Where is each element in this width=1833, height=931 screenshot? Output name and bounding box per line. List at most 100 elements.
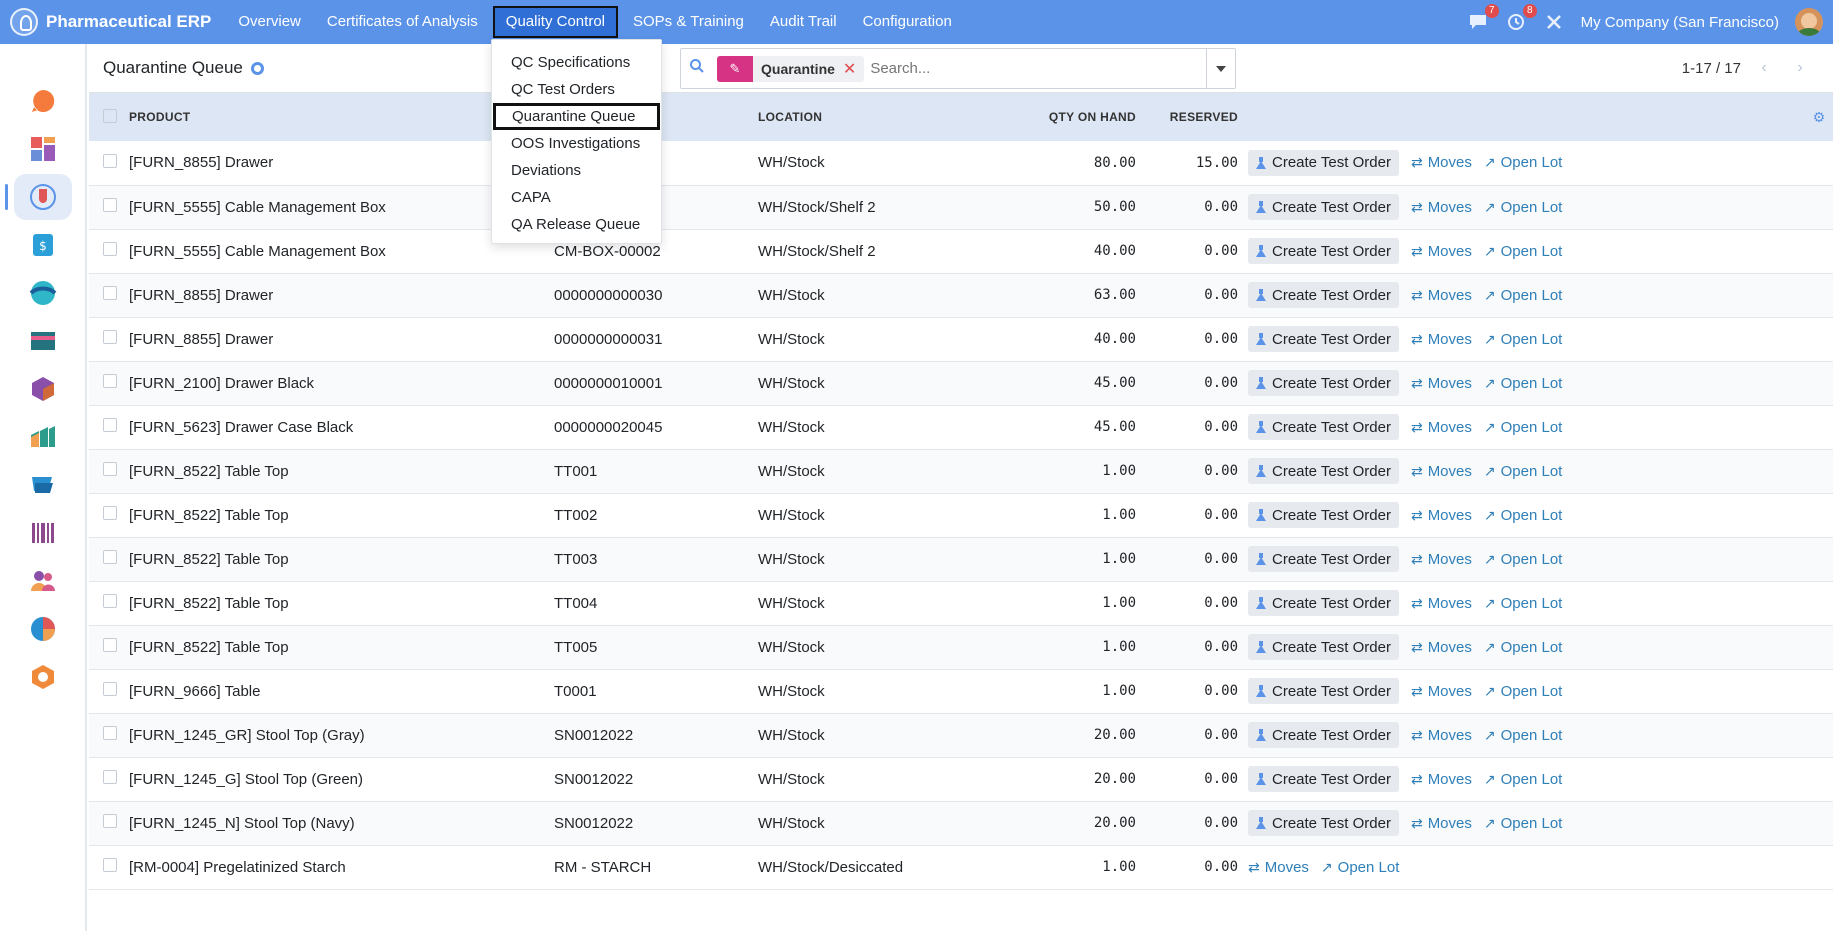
menu-item-qa-release-queue[interactable]: QA Release Queue [492, 211, 661, 238]
menu-item-capa[interactable]: CAPA [492, 184, 661, 211]
table-row[interactable]: [FURN_8855] Drawer WH/Stock 80.00 15.00 … [89, 141, 1833, 185]
sidebar-app-5[interactable] [14, 318, 72, 364]
open-lot-link[interactable]: ↗ Open Lot [1484, 507, 1562, 524]
pager-previous-icon[interactable]: ‹ [1751, 56, 1777, 80]
table-row[interactable]: [FURN_8855] Drawer 0000000000030 WH/Stoc… [89, 273, 1833, 317]
column-location[interactable]: Location [758, 93, 1008, 141]
table-row[interactable]: [FURN_5555] Cable Management Box WH/Stoc… [89, 185, 1833, 229]
create-test-order-button[interactable]: Create Test Order [1248, 722, 1399, 748]
table-row[interactable]: [FURN_8522] Table Top TT005 WH/Stock 1.0… [89, 625, 1833, 669]
moves-link[interactable]: ⇄ Moves [1411, 287, 1472, 304]
moves-link[interactable]: ⇄ Moves [1411, 463, 1472, 480]
moves-link[interactable]: ⇄ Moves [1411, 154, 1472, 171]
row-checkbox[interactable] [103, 594, 117, 608]
moves-link[interactable]: ⇄ Moves [1411, 419, 1472, 436]
moves-link[interactable]: ⇄ Moves [1411, 639, 1472, 656]
row-checkbox[interactable] [103, 506, 117, 520]
open-lot-link[interactable]: ↗ Open Lot [1484, 463, 1562, 480]
menu-item-deviations[interactable]: Deviations [492, 157, 661, 184]
remove-facet-icon[interactable]: ✕ [843, 59, 864, 79]
tools-icon[interactable] [1543, 11, 1565, 33]
create-test-order-button[interactable]: Create Test Order [1248, 414, 1399, 440]
sidebar-app-4[interactable] [14, 270, 72, 316]
sidebar-app-8[interactable] [14, 462, 72, 508]
optional-columns-icon[interactable]: ⚙ [1805, 93, 1833, 141]
moves-link[interactable]: ⇄ Moves [1411, 727, 1472, 744]
table-row[interactable]: [FURN_8855] Drawer 0000000000031 WH/Stoc… [89, 317, 1833, 361]
row-checkbox[interactable] [103, 550, 117, 564]
menu-item-qc-specifications[interactable]: QC Specifications [492, 49, 661, 76]
open-lot-link[interactable]: ↗ Open Lot [1321, 859, 1399, 876]
create-test-order-button[interactable]: Create Test Order [1248, 810, 1399, 836]
table-row[interactable]: [FURN_9666] Table T0001 WH/Stock 1.00 0.… [89, 669, 1833, 713]
row-checkbox[interactable] [103, 198, 117, 212]
table-row[interactable]: [FURN_5555] Cable Management Box CM-BOX-… [89, 229, 1833, 273]
nav-item-sops-training[interactable]: SOPs & Training [620, 6, 757, 38]
row-checkbox[interactable] [103, 242, 117, 256]
create-test-order-button[interactable]: Create Test Order [1248, 282, 1399, 308]
settings-gear-icon[interactable] [250, 61, 264, 75]
sidebar-app-0[interactable] [14, 78, 72, 124]
row-checkbox[interactable] [103, 330, 117, 344]
table-row[interactable]: [FURN_8522] Table Top TT002 WH/Stock 1.0… [89, 493, 1833, 537]
open-lot-link[interactable]: ↗ Open Lot [1484, 551, 1562, 568]
nav-item-certificates-of-analysis[interactable]: Certificates of Analysis [314, 6, 491, 38]
open-lot-link[interactable]: ↗ Open Lot [1484, 287, 1562, 304]
moves-link[interactable]: ⇄ Moves [1411, 331, 1472, 348]
activities-clock-icon[interactable]: 8 [1505, 4, 1537, 33]
table-row[interactable]: [FURN_8522] Table Top TT001 WH/Stock 1.0… [89, 449, 1833, 493]
moves-link[interactable]: ⇄ Moves [1411, 199, 1472, 216]
table-row[interactable]: [RM-0004] Pregelatinized Starch RM - STA… [89, 845, 1833, 889]
table-row[interactable]: [FURN_1245_G] Stool Top (Green) SN001202… [89, 757, 1833, 801]
row-checkbox[interactable] [103, 770, 117, 784]
open-lot-link[interactable]: ↗ Open Lot [1484, 419, 1562, 436]
table-row[interactable]: [FURN_1245_N] Stool Top (Navy) SN0012022… [89, 801, 1833, 845]
moves-link[interactable]: ⇄ Moves [1411, 243, 1472, 260]
pager-next-icon[interactable]: › [1787, 56, 1813, 80]
table-row[interactable]: [FURN_8522] Table Top TT003 WH/Stock 1.0… [89, 537, 1833, 581]
open-lot-link[interactable]: ↗ Open Lot [1484, 243, 1562, 260]
create-test-order-button[interactable]: Create Test Order [1248, 502, 1399, 528]
user-avatar[interactable] [1795, 8, 1823, 36]
menu-item-oos-investigations[interactable]: OOS Investigations [492, 130, 661, 157]
column-reserved[interactable]: Reserved [1136, 93, 1238, 141]
moves-link[interactable]: ⇄ Moves [1248, 859, 1309, 876]
create-test-order-button[interactable]: Create Test Order [1248, 370, 1399, 396]
nav-item-quality-control[interactable]: Quality Control [492, 6, 618, 38]
table-row[interactable]: [FURN_1245_GR] Stool Top (Gray) SN001202… [89, 713, 1833, 757]
search-options-toggle[interactable] [1206, 49, 1235, 88]
moves-link[interactable]: ⇄ Moves [1411, 375, 1472, 392]
moves-link[interactable]: ⇄ Moves [1411, 771, 1472, 788]
sidebar-app-2[interactable] [5, 174, 72, 220]
row-checkbox[interactable] [103, 814, 117, 828]
table-row[interactable]: [FURN_2100] Drawer Black 0000000010001 W… [89, 361, 1833, 405]
row-checkbox[interactable] [103, 374, 117, 388]
table-row[interactable]: [FURN_8522] Table Top TT004 WH/Stock 1.0… [89, 581, 1833, 625]
sidebar-app-6[interactable] [14, 366, 72, 412]
moves-link[interactable]: ⇄ Moves [1411, 507, 1472, 524]
search-input[interactable] [870, 60, 1206, 77]
messages-icon[interactable]: 7 [1467, 4, 1499, 33]
row-checkbox[interactable] [103, 682, 117, 696]
nav-item-configuration[interactable]: Configuration [850, 6, 965, 38]
create-test-order-button[interactable]: Create Test Order [1248, 766, 1399, 792]
nav-item-overview[interactable]: Overview [225, 6, 314, 38]
open-lot-link[interactable]: ↗ Open Lot [1484, 771, 1562, 788]
sidebar-app-10[interactable] [14, 558, 72, 604]
sidebar-app-11[interactable] [14, 606, 72, 652]
create-test-order-button[interactable]: Create Test Order [1248, 149, 1399, 176]
create-test-order-button[interactable]: Create Test Order [1248, 634, 1399, 660]
sidebar-app-7[interactable] [14, 414, 72, 460]
sidebar-app-1[interactable] [14, 126, 72, 172]
open-lot-link[interactable]: ↗ Open Lot [1484, 595, 1562, 612]
moves-link[interactable]: ⇄ Moves [1411, 595, 1472, 612]
row-checkbox[interactable] [103, 462, 117, 476]
create-test-order-button[interactable]: Create Test Order [1248, 326, 1399, 352]
create-test-order-button[interactable]: Create Test Order [1248, 238, 1399, 264]
open-lot-link[interactable]: ↗ Open Lot [1484, 683, 1562, 700]
open-lot-link[interactable]: ↗ Open Lot [1484, 199, 1562, 216]
row-checkbox[interactable] [103, 858, 117, 872]
open-lot-link[interactable]: ↗ Open Lot [1484, 815, 1562, 832]
row-checkbox[interactable] [103, 726, 117, 740]
create-test-order-button[interactable]: Create Test Order [1248, 590, 1399, 616]
